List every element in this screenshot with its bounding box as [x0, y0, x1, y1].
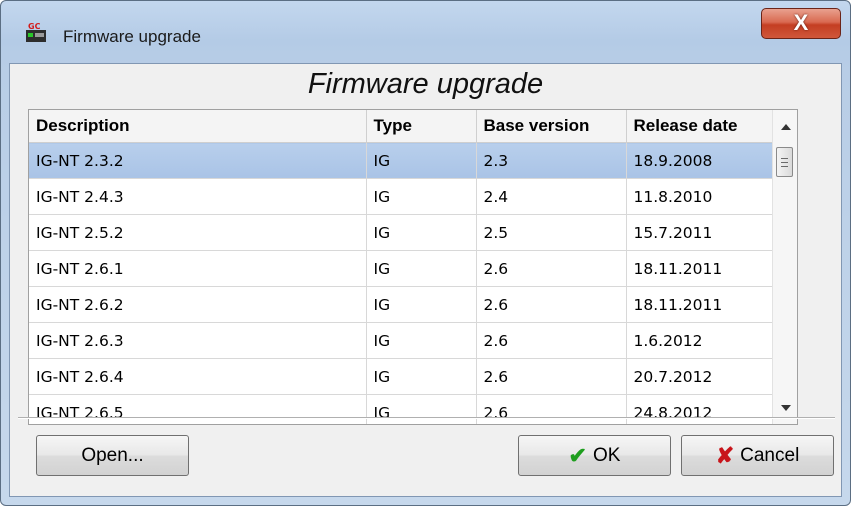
table-row[interactable]: IG-NT 2.6.5 IG 2.6 24.8.2012 [29, 394, 782, 424]
cell-release-date: 20.7.2012 [626, 358, 782, 395]
cell-release-date: 18.9.2008 [626, 142, 782, 179]
firmware-grid: Description Type Base version Release da… [29, 110, 782, 424]
cell-description: IG-NT 2.5.2 [29, 214, 367, 251]
cancel-button-label: Cancel [740, 444, 800, 466]
cell-base-version: 2.6 [476, 358, 627, 395]
table-row[interactable]: IG-NT 2.6.2 IG 2.6 18.11.2011 [29, 286, 782, 323]
cross-icon: ✘ [715, 442, 735, 468]
column-header-release-date[interactable]: Release date [626, 110, 782, 143]
firmware-table: Description Type Base version Release da… [28, 109, 798, 425]
table-row[interactable]: IG-NT 2.6.3 IG 2.6 1.6.2012 [29, 322, 782, 359]
grip-line [781, 166, 788, 167]
cell-base-version: 2.6 [476, 250, 627, 287]
cell-type: IG [366, 250, 477, 287]
table-row[interactable]: IG-NT 2.3.2 IG 2.3 18.9.2008 [29, 142, 782, 179]
app-icon: GC [26, 22, 46, 42]
cell-description: IG-NT 2.6.2 [29, 286, 367, 323]
cell-base-version: 2.6 [476, 286, 627, 323]
cell-description: IG-NT 2.6.4 [29, 358, 367, 395]
table-header-row: Description Type Base version Release da… [29, 110, 782, 143]
column-header-description[interactable]: Description [29, 110, 367, 143]
table-row[interactable]: IG-NT 2.4.3 IG 2.4 11.8.2010 [29, 178, 782, 215]
column-header-base-version[interactable]: Base version [476, 110, 627, 143]
cell-type: IG [366, 322, 477, 359]
grip-line [781, 158, 788, 159]
cell-description: IG-NT 2.4.3 [29, 178, 367, 215]
cell-release-date: 24.8.2012 [626, 394, 782, 424]
scroll-up-arrow-icon[interactable] [781, 124, 791, 130]
cell-description: IG-NT 2.6.5 [29, 394, 367, 424]
open-button[interactable]: Open... [36, 435, 189, 476]
table-row[interactable]: IG-NT 2.5.2 IG 2.5 15.7.2011 [29, 214, 782, 251]
cell-description: IG-NT 2.6.3 [29, 322, 367, 359]
cell-base-version: 2.5 [476, 214, 627, 251]
scrollbar-thumb[interactable] [776, 147, 793, 177]
checkmark-icon: ✔ [568, 442, 587, 468]
window-title: Firmware upgrade [63, 27, 201, 46]
ok-button-label: OK [592, 444, 621, 466]
cell-release-date: 11.8.2010 [626, 178, 782, 215]
cell-base-version: 2.6 [476, 322, 627, 359]
cell-release-date: 18.11.2011 [626, 250, 782, 287]
close-button[interactable]: X [761, 8, 841, 39]
cell-description: IG-NT 2.3.2 [29, 142, 367, 179]
cell-type: IG [366, 142, 477, 179]
table-row[interactable]: IG-NT 2.6.4 IG 2.6 20.7.2012 [29, 358, 782, 395]
cell-type: IG [366, 286, 477, 323]
title-bar[interactable]: GC Firmware upgrade X [1, 1, 850, 63]
cell-type: IG [366, 394, 477, 424]
cell-release-date: 15.7.2011 [626, 214, 782, 251]
separator [18, 417, 835, 419]
table-row[interactable]: IG-NT 2.6.1 IG 2.6 18.11.2011 [29, 250, 782, 287]
scroll-down-arrow-icon[interactable] [781, 405, 791, 411]
cell-type: IG [366, 358, 477, 395]
cell-type: IG [366, 178, 477, 215]
firmware-upgrade-window: GC Firmware upgrade X Firmware upgrade D… [0, 0, 851, 506]
cancel-button[interactable]: ✘ Cancel [681, 435, 834, 476]
grip-line [781, 162, 788, 163]
vertical-scrollbar[interactable] [772, 110, 797, 424]
column-header-type[interactable]: Type [366, 110, 477, 143]
dialog-client-area: Firmware upgrade Description Type Base v… [9, 63, 842, 497]
cell-description: IG-NT 2.6.1 [29, 250, 367, 287]
dialog-heading: Firmware upgrade [307, 68, 544, 100]
open-button-label: Open... [81, 444, 144, 466]
cell-release-date: 18.11.2011 [626, 286, 782, 323]
cell-base-version: 2.6 [476, 394, 627, 424]
close-icon[interactable]: X [794, 10, 809, 35]
app-icon-text: GC [28, 22, 41, 31]
cell-type: IG [366, 214, 477, 251]
cell-base-version: 2.4 [476, 178, 627, 215]
cell-release-date: 1.6.2012 [626, 322, 782, 359]
ok-button[interactable]: ✔ OK [518, 435, 671, 476]
cell-base-version: 2.3 [476, 142, 627, 179]
